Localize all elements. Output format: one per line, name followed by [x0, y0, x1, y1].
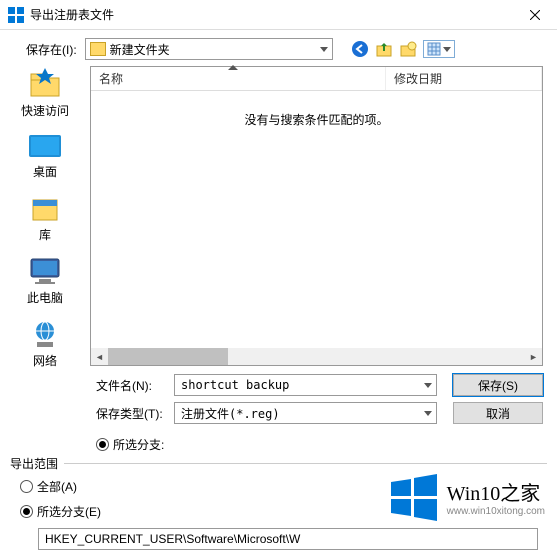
column-date[interactable]: 修改日期 — [386, 67, 542, 90]
export-scope-label: 导出范围 — [10, 455, 64, 472]
branch-path-value: HKEY_CURRENT_USER\Software\Microsoft\W — [45, 532, 300, 546]
scope-selected-label: 所选分支(E) — [37, 503, 101, 520]
sidebar-item-desktop[interactable]: 桌面 — [27, 133, 63, 180]
file-list[interactable]: 名称 修改日期 没有与搜索条件匹配的项。 ◄ ► — [90, 66, 543, 366]
filename-input[interactable]: shortcut backup — [174, 374, 437, 396]
chevron-down-icon — [443, 47, 451, 52]
folder-icon — [90, 42, 106, 56]
horizontal-scrollbar[interactable]: ◄ ► — [91, 348, 542, 365]
scroll-left-icon[interactable]: ◄ — [91, 348, 108, 365]
view-menu-icon[interactable] — [423, 40, 455, 58]
new-folder-icon[interactable] — [399, 40, 417, 58]
export-scope-separator: 导出范围 — [10, 463, 547, 464]
places-sidebar: 快速访问 桌面 库 此电脑 网络 — [0, 66, 90, 366]
save-button[interactable]: 保存(S) — [453, 374, 543, 396]
radio-selected-branch[interactable] — [20, 505, 33, 518]
column-headers: 名称 修改日期 — [91, 67, 542, 91]
close-button[interactable] — [512, 0, 557, 30]
filetype-value: 注册文件(*.reg) — [181, 405, 280, 422]
file-fields: 文件名(N): shortcut backup 保存(S) 保存类型(T): 注… — [0, 366, 557, 434]
scope-all-label: 全部(A) — [37, 478, 77, 495]
sidebar-item-label: 快速访问 — [21, 102, 69, 119]
selected-branch-inline[interactable]: 所选分支: — [0, 436, 557, 453]
filetype-label: 保存类型(T): — [96, 405, 164, 422]
sidebar-item-library[interactable]: 库 — [27, 194, 63, 243]
filename-value: shortcut backup — [181, 378, 289, 392]
titlebar: 导出注册表文件 — [0, 0, 557, 30]
folder-name: 新建文件夹 — [110, 41, 170, 58]
sidebar-item-this-pc[interactable]: 此电脑 — [27, 257, 63, 306]
empty-message: 没有与搜索条件匹配的项。 — [91, 91, 542, 348]
scroll-thumb[interactable] — [108, 348, 228, 365]
up-one-level-icon[interactable] — [375, 40, 393, 58]
filetype-combo[interactable]: 注册文件(*.reg) — [174, 402, 437, 424]
radio-all[interactable] — [20, 480, 33, 493]
chevron-down-icon — [320, 47, 328, 52]
sidebar-item-label: 网络 — [33, 352, 57, 369]
column-name[interactable]: 名称 — [91, 67, 386, 90]
save-in-toolbar: 保存在(I): 新建文件夹 — [0, 30, 557, 66]
filename-label: 文件名(N): — [96, 377, 164, 394]
cancel-button[interactable]: 取消 — [453, 402, 543, 424]
folder-combo[interactable]: 新建文件夹 — [85, 38, 333, 60]
scroll-right-icon[interactable]: ► — [525, 348, 542, 365]
selected-branch-inline-label: 所选分支: — [113, 436, 164, 453]
chevron-down-icon — [424, 383, 432, 388]
export-scope-group: 全部(A) 所选分支(E) HKEY_CURRENT_USER\Software… — [0, 464, 557, 558]
app-icon — [8, 7, 24, 23]
chevron-down-icon — [424, 411, 432, 416]
save-in-label: 保存在(I): — [26, 41, 77, 58]
scope-selected-option[interactable]: 所选分支(E) — [20, 503, 537, 520]
radio-selected-branch-inline[interactable] — [96, 438, 109, 451]
sidebar-item-network[interactable]: 网络 — [27, 320, 63, 369]
sidebar-item-label: 桌面 — [33, 163, 57, 180]
sidebar-item-label: 此电脑 — [27, 289, 63, 306]
branch-path-input[interactable]: HKEY_CURRENT_USER\Software\Microsoft\W — [38, 528, 538, 550]
scope-all-option[interactable]: 全部(A) — [20, 478, 537, 495]
sidebar-item-label: 库 — [39, 226, 51, 243]
sidebar-item-quick-access[interactable]: 快速访问 — [21, 68, 69, 119]
back-icon[interactable] — [351, 40, 369, 58]
main-area: 快速访问 桌面 库 此电脑 网络 名称 修改日期 没有与搜索条件匹配的项。 ◄ — [0, 66, 557, 366]
window-title: 导出注册表文件 — [30, 6, 512, 23]
